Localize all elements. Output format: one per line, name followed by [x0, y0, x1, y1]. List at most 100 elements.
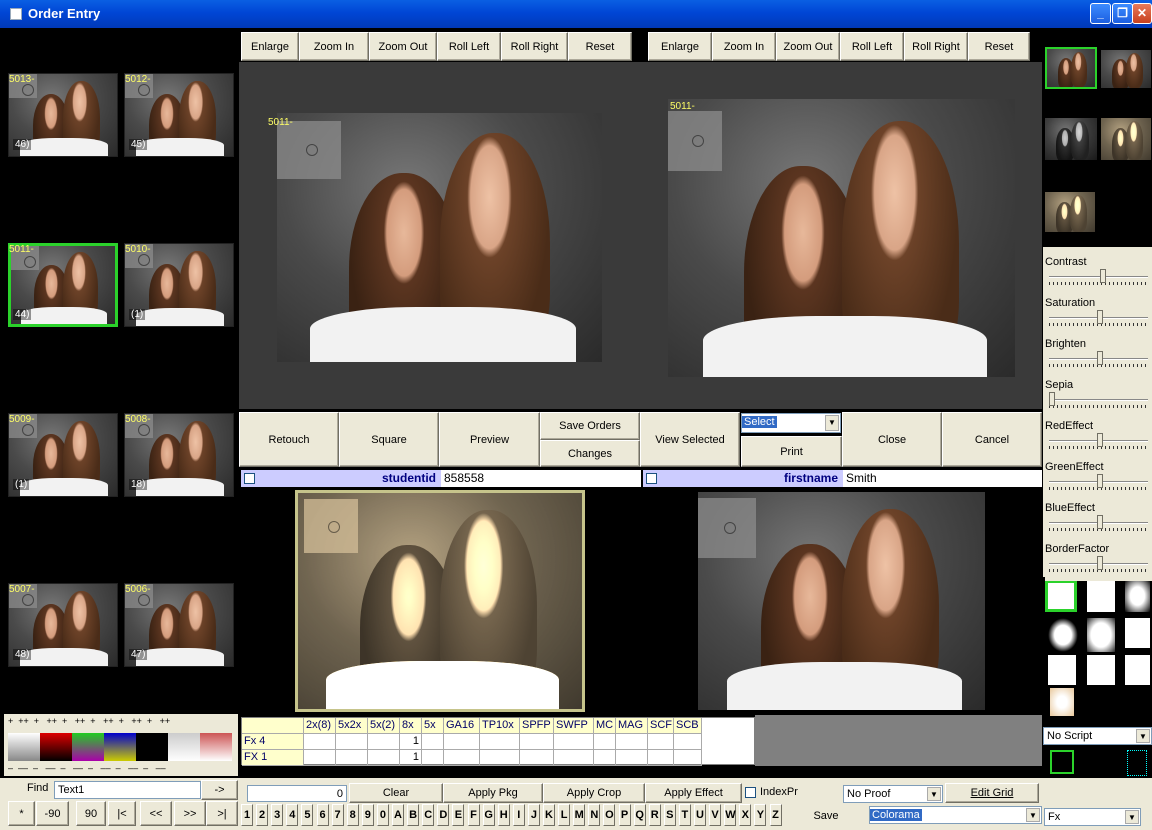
side-thumb-2[interactable]: [1101, 50, 1151, 88]
toolbar-right-2-button[interactable]: Zoom Out: [776, 32, 840, 61]
grid-cell[interactable]: [304, 734, 336, 750]
chevron-down-icon[interactable]: ▼: [1026, 808, 1040, 822]
key-button-5[interactable]: 5: [301, 804, 314, 826]
grid-cell[interactable]: [594, 734, 616, 750]
grid-cell[interactable]: [616, 750, 648, 766]
palette-swatch-0[interactable]: [8, 733, 40, 761]
key-button-Z[interactable]: Z: [769, 804, 782, 826]
key-button-8[interactable]: 8: [346, 804, 359, 826]
nav-button-3[interactable]: |<: [108, 801, 136, 826]
sepia-preview-photo[interactable]: [295, 490, 585, 712]
slider-knob[interactable]: [1097, 310, 1103, 324]
toolbar-right-1-button[interactable]: Zoom In: [712, 32, 776, 61]
key-button-X[interactable]: X: [739, 804, 752, 826]
key-button-T[interactable]: T: [678, 804, 691, 826]
square-button[interactable]: Square: [339, 412, 439, 467]
slider-sepia[interactable]: Sepia: [1045, 377, 1152, 417]
key-button-D[interactable]: D: [437, 804, 450, 826]
chevron-down-icon[interactable]: ▼: [927, 787, 941, 801]
key-button-A[interactable]: A: [392, 804, 404, 826]
key-button-Y[interactable]: Y: [754, 804, 767, 826]
key-button-C[interactable]: C: [422, 804, 435, 826]
key-button-H[interactable]: H: [497, 804, 510, 826]
key-button-L[interactable]: L: [558, 804, 571, 826]
key-button-7[interactable]: 7: [331, 804, 344, 826]
mask-plain[interactable]: [1045, 580, 1077, 612]
slider-borderfactor[interactable]: BorderFactor: [1045, 541, 1152, 581]
script-thumb-1[interactable]: [1050, 750, 1074, 774]
slider-saturation[interactable]: Saturation: [1045, 295, 1152, 335]
key-button-R[interactable]: R: [648, 804, 661, 826]
slider-knob[interactable]: [1100, 269, 1106, 283]
slider-greeneffect[interactable]: GreenEffect: [1045, 459, 1152, 499]
mask-9[interactable]: [1125, 655, 1150, 685]
clear-button[interactable]: Clear: [349, 783, 443, 803]
grid-cell[interactable]: [554, 750, 594, 766]
palette-swatch-6[interactable]: [200, 733, 232, 761]
maximize-button[interactable]: ❐: [1112, 3, 1133, 24]
grid-cell[interactable]: [520, 734, 554, 750]
mask-4[interactable]: [1048, 618, 1078, 652]
preview-photo-left[interactable]: [277, 113, 602, 362]
grid-cell[interactable]: [444, 734, 480, 750]
firstname-input[interactable]: Smith: [843, 470, 1042, 487]
nav-button-6[interactable]: >|: [206, 801, 238, 826]
grid-cell[interactable]: [368, 734, 400, 750]
colorama-combo[interactable]: Colorama ▼: [869, 806, 1042, 824]
mask-2[interactable]: [1087, 580, 1115, 612]
key-button-M[interactable]: M: [573, 804, 586, 826]
toolbar-right-0-button[interactable]: Enlarge: [648, 32, 712, 61]
side-thumb-5[interactable]: [1045, 192, 1095, 232]
fx-combo[interactable]: Fx ▼: [1044, 808, 1141, 826]
retouch-button[interactable]: Retouch: [239, 412, 339, 467]
key-button-6[interactable]: 6: [316, 804, 329, 826]
chevron-down-icon[interactable]: ▼: [825, 415, 839, 431]
script-thumb-2[interactable]: [1127, 750, 1147, 776]
grid-cell[interactable]: [480, 750, 520, 766]
title-bar[interactable]: Order Entry _ ❐ ✕: [0, 0, 1152, 28]
proof-combo[interactable]: No Proof ▼: [843, 785, 943, 803]
firstname-checkbox[interactable]: [646, 473, 657, 484]
chevron-down-icon[interactable]: ▼: [1136, 729, 1150, 743]
key-button-S[interactable]: S: [663, 804, 676, 826]
toolbar-left-4-button[interactable]: Roll Right: [501, 32, 568, 61]
key-button-U[interactable]: U: [694, 804, 706, 826]
script-combo[interactable]: No Script ▼: [1043, 727, 1152, 745]
preview-button[interactable]: Preview: [439, 412, 540, 467]
key-button-W[interactable]: W: [724, 804, 737, 826]
key-button-O[interactable]: O: [603, 804, 616, 826]
nav-button-2[interactable]: 90: [76, 801, 106, 826]
slider-knob[interactable]: [1097, 474, 1103, 488]
grid-cell[interactable]: [444, 750, 480, 766]
minimize-button[interactable]: _: [1090, 3, 1111, 24]
palette-swatch-2[interactable]: [72, 733, 104, 761]
key-button-0[interactable]: 0: [376, 804, 389, 826]
key-button-Q[interactable]: Q: [633, 804, 646, 826]
grid-cell[interactable]: [480, 734, 520, 750]
key-button-9[interactable]: 9: [361, 804, 374, 826]
toolbar-left-5-button[interactable]: Reset: [568, 32, 632, 61]
grid-cell[interactable]: 1: [400, 750, 422, 766]
nav-button-0[interactable]: *: [8, 801, 35, 826]
key-button-V[interactable]: V: [709, 804, 722, 826]
mask-7[interactable]: [1048, 655, 1076, 685]
key-button-J[interactable]: J: [527, 804, 540, 826]
mask-10[interactable]: [1050, 688, 1074, 716]
key-button-N[interactable]: N: [588, 804, 601, 826]
toolbar-left-2-button[interactable]: Zoom Out: [369, 32, 437, 61]
key-button-2[interactable]: 2: [256, 804, 269, 826]
grid-cell[interactable]: [674, 734, 702, 750]
toolbar-left-1-button[interactable]: Zoom In: [299, 32, 369, 61]
color-preview-photo[interactable]: [698, 492, 985, 710]
key-button-K[interactable]: K: [543, 804, 555, 826]
quantity-input[interactable]: 0: [247, 785, 347, 802]
save-orders-button[interactable]: Save Orders: [540, 412, 640, 440]
toolbar-right-3-button[interactable]: Roll Left: [840, 32, 904, 61]
side-thumb-3[interactable]: [1045, 118, 1097, 160]
chevron-down-icon[interactable]: ▼: [1125, 810, 1139, 824]
grid-cell[interactable]: [368, 750, 400, 766]
nav-button-4[interactable]: <<: [140, 801, 172, 826]
key-button-E[interactable]: E: [452, 804, 465, 826]
print-button[interactable]: Print: [741, 436, 842, 467]
slider-blueeffect[interactable]: BlueEffect: [1045, 500, 1152, 540]
